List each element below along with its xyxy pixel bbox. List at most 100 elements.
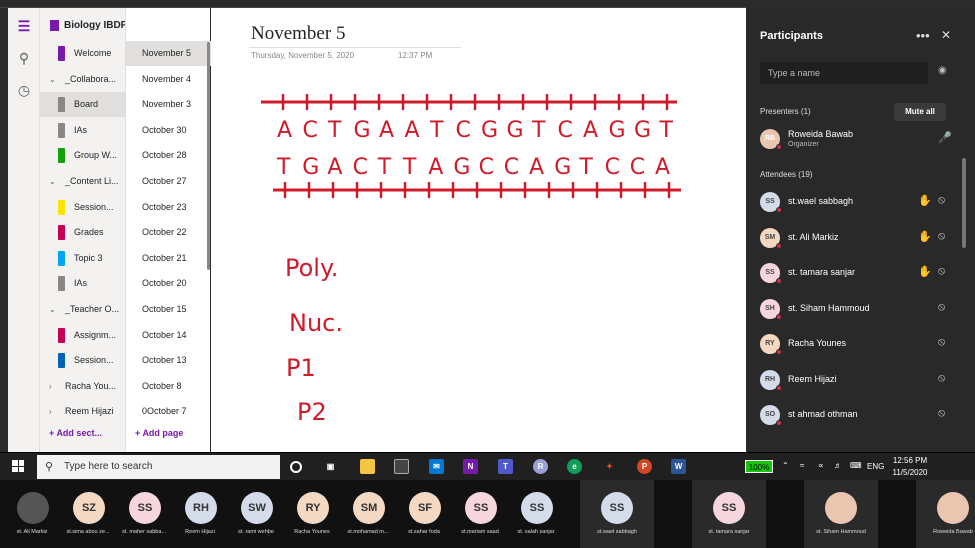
recent-clock-icon[interactable]: ◷ <box>14 80 34 100</box>
chevron-down-icon[interactable]: ⌄ <box>49 67 56 92</box>
share-invite-icon[interactable]: ◉ <box>938 65 947 76</box>
attendee-row[interactable]: SS st. tamara sanjar ✋ ⦸ <box>760 260 965 290</box>
section-group[interactable]: ⌄ _Collabora... <box>40 67 126 92</box>
video-tile[interactable]: SW st. rami wehbe <box>228 480 284 548</box>
page-item[interactable]: October 23 <box>126 195 211 220</box>
microphone-icon[interactable]: 🎤 <box>938 131 952 144</box>
page-item[interactable]: November 3 <box>126 92 211 117</box>
page-item[interactable]: October 22 <box>126 220 211 245</box>
page-item[interactable]: October 30 <box>126 118 211 143</box>
section-group[interactable]: ⌄ _Teacher O... <box>40 297 126 322</box>
store-icon[interactable] <box>394 459 409 474</box>
cortana-icon[interactable] <box>290 461 302 473</box>
chevron-right-icon[interactable]: › <box>49 399 52 424</box>
section-item[interactable]: IAs <box>40 118 126 143</box>
page-item[interactable]: October 14 <box>126 323 211 348</box>
video-tile[interactable]: SS st. maher sabba... <box>116 480 172 548</box>
muted-mic-icon[interactable]: ⦸ <box>938 407 945 420</box>
close-icon[interactable]: ✕ <box>941 28 951 42</box>
muted-mic-icon[interactable]: ⦸ <box>938 336 945 349</box>
section-item[interactable]: Board <box>40 92 126 118</box>
video-tile[interactable]: SS st. tamara sanjar <box>692 480 766 548</box>
chevron-right-icon[interactable]: › <box>49 374 52 399</box>
video-tile[interactable]: st. Ali Markiz <box>4 480 60 548</box>
notebooks-icon[interactable]: ☰ <box>14 16 34 36</box>
battery-indicator[interactable]: 100% <box>745 460 773 473</box>
video-tile[interactable]: SF st.sahar foda <box>396 480 452 548</box>
mute-all-button[interactable]: Mute all <box>894 103 946 121</box>
network-icon[interactable]: ≈ <box>800 461 804 470</box>
page-item[interactable]: 0October 7 <box>126 399 211 424</box>
video-tile[interactable]: SS st.wael sabbagh <box>580 480 654 548</box>
chevron-up-icon[interactable]: ⌃ <box>782 461 789 470</box>
chevron-down-icon[interactable]: ⌄ <box>49 169 56 194</box>
page-item[interactable]: October 15 <box>126 297 211 322</box>
edge-icon[interactable]: e <box>567 459 582 474</box>
muted-mic-icon[interactable]: ⦸ <box>938 230 945 243</box>
page-canvas[interactable]: November 5 Thursday, November 5, 2020 12… <box>211 8 746 452</box>
muted-mic-icon[interactable]: ⦸ <box>938 372 945 385</box>
participants-scrollbar[interactable] <box>962 158 966 248</box>
page-item[interactable]: October 28 <box>126 143 211 168</box>
page-item[interactable]: October 27 <box>126 169 211 194</box>
section-scrollbar[interactable] <box>207 42 210 270</box>
section-item[interactable]: Welcome <box>40 41 126 66</box>
section-item[interactable]: Session... <box>40 348 126 373</box>
video-tile[interactable]: RY Racha Younes <box>284 480 340 548</box>
page-item[interactable]: October 13 <box>126 348 211 373</box>
video-tile[interactable]: SS st.mariam saad <box>452 480 508 548</box>
powerpoint-icon[interactable]: P <box>637 459 652 474</box>
r-app-icon[interactable]: R <box>533 459 548 474</box>
participant-search-input[interactable]: Type a name <box>760 62 928 84</box>
language-indicator[interactable]: ENG <box>867 462 884 471</box>
mail-icon[interactable]: ✉ <box>429 459 444 474</box>
clock-date[interactable]: 11/5/2020 <box>892 468 928 477</box>
attendee-row[interactable]: SH st. Siham Hammoud ⦸ <box>760 296 965 326</box>
wifi-icon[interactable]: ∝ <box>818 461 824 470</box>
attendee-row[interactable]: RH Reem Hijazi ⦸ <box>760 367 965 397</box>
section-group[interactable]: › Racha You... <box>40 374 126 399</box>
page-item[interactable]: October 21 <box>126 246 211 271</box>
video-tile[interactable]: SZ st.sima abou ze... <box>60 480 116 548</box>
page-item[interactable]: October 20 <box>126 271 211 296</box>
muted-mic-icon[interactable]: ⦸ <box>938 194 945 207</box>
video-tile[interactable]: RH Reem Hijazi <box>172 480 228 548</box>
task-view-icon[interactable]: ▣ <box>323 459 338 474</box>
chevron-down-icon[interactable]: ⌄ <box>49 297 56 322</box>
attendee-row[interactable]: SO st ahmad othman ⦸ <box>760 402 965 432</box>
taskbar-search-box[interactable]: ⚲ Type here to search <box>37 455 280 479</box>
section-item[interactable]: Group W... <box>40 143 126 168</box>
muted-mic-icon[interactable]: ⦸ <box>938 265 945 278</box>
keyboard-icon[interactable]: ⌨ <box>850 461 862 470</box>
more-options-icon[interactable]: ••• <box>916 28 930 43</box>
word-icon[interactable]: W <box>671 459 686 474</box>
section-group[interactable]: › Reem Hijazi <box>40 399 126 424</box>
section-item[interactable]: Assignm... <box>40 323 126 348</box>
muted-mic-icon[interactable]: ⦸ <box>938 301 945 314</box>
paint-icon[interactable]: ✦ <box>602 459 617 474</box>
section-item[interactable]: IAs <box>40 271 126 296</box>
add-section-button[interactable]: + Add sect... <box>49 428 102 438</box>
video-tile[interactable]: SS st. salah sanjar <box>508 480 564 548</box>
onenote-taskbar-icon[interactable]: N <box>463 459 478 474</box>
attendee-row[interactable]: SM st. Ali Markiz ✋ ⦸ <box>760 225 965 255</box>
search-icon[interactable]: ⚲ <box>14 48 34 68</box>
page-item[interactable]: November 4 <box>126 67 211 92</box>
add-page-button[interactable]: + Add page <box>135 428 183 438</box>
section-item[interactable]: Grades <box>40 220 126 245</box>
volume-icon[interactable]: ♬ <box>834 461 842 470</box>
section-group[interactable]: ⌄ _Content Li... <box>40 169 126 194</box>
windows-start-icon[interactable] <box>12 460 24 472</box>
page-item[interactable]: November 5 <box>126 41 211 66</box>
clock-time[interactable]: 12:56 PM <box>892 456 928 465</box>
video-tile[interactable]: Roweida Bawab <box>916 480 975 548</box>
section-item[interactable]: Topic 3 <box>40 246 126 271</box>
attendee-row[interactable]: SS st.wael sabbagh ✋ ⦸ <box>760 189 965 219</box>
section-item[interactable]: Session... <box>40 195 126 220</box>
video-tile[interactable]: SM st.mohamad m... <box>340 480 396 548</box>
teams-taskbar-icon[interactable]: T <box>498 459 513 474</box>
file-explorer-icon[interactable] <box>360 459 375 474</box>
presenter-row[interactable]: RB Roweida Bawab Organizer 🎤 <box>760 126 965 156</box>
page-item[interactable]: October 8 <box>126 374 211 399</box>
video-tile[interactable]: st. Siham Hammoud <box>804 480 878 548</box>
